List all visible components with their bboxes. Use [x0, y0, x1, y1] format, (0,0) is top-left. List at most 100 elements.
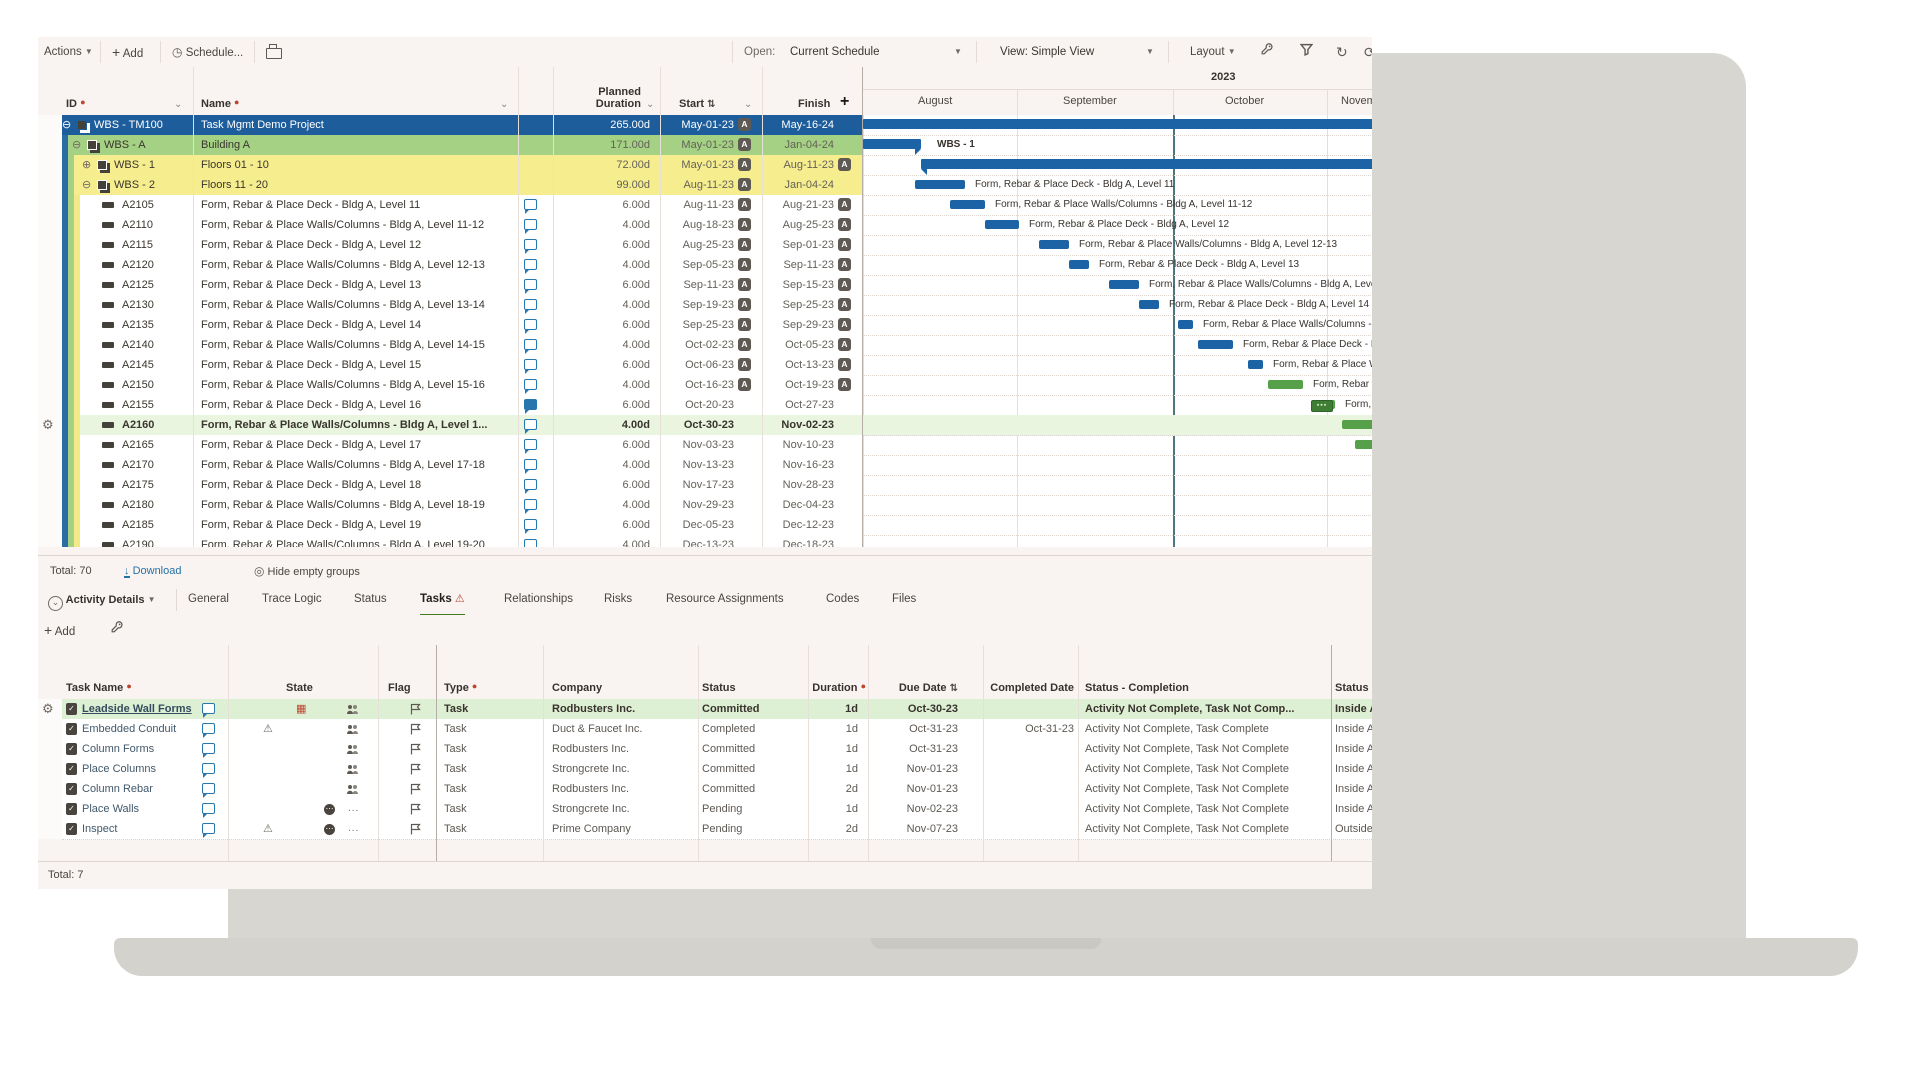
- gantt-chart[interactable]: WBS - 1Form, Rebar & Place Deck - Bldg A…: [862, 115, 1372, 547]
- gantt-row[interactable]: [863, 535, 1372, 547]
- activity-row[interactable]: ⊕WBS - 1Floors 01 - 1072.00dMay-01-23AAu…: [62, 155, 862, 176]
- settings-key-icon[interactable]: [110, 616, 124, 646]
- gantt-row[interactable]: Form, Rebar & Place Walls/Columns - Bldg…: [863, 235, 1372, 256]
- gantt-row[interactable]: Form, Rebar & Place Deck - Bldg A, Level…: [863, 335, 1372, 356]
- activity-row[interactable]: A2155Form, Rebar & Place Deck - Bldg A, …: [62, 395, 862, 416]
- chevron-down-icon[interactable]: ⌄: [174, 99, 182, 110]
- gantt-row[interactable]: [863, 455, 1372, 476]
- column-header-flag[interactable]: Flag: [388, 682, 411, 694]
- column-header-status-completion[interactable]: Status - Completion: [1085, 682, 1189, 694]
- chevron-down-icon[interactable]: ⌄: [744, 99, 752, 110]
- gantt-row[interactable]: Form, Rebar & Place Walls/Columns - Bldg…: [863, 275, 1372, 296]
- tab-relationships[interactable]: Relationships: [504, 585, 573, 614]
- task-name[interactable]: Place Walls: [82, 799, 200, 819]
- hide-empty-groups-button[interactable]: ◎ Hide empty groups: [254, 556, 360, 586]
- activity-row[interactable]: A2110Form, Rebar & Place Walls/Columns -…: [62, 215, 862, 236]
- gantt-row[interactable]: [863, 435, 1372, 456]
- task-row[interactable]: ✓Embedded Conduit⚠TaskDuct & Faucet Inc.…: [62, 719, 1372, 740]
- tab-risks[interactable]: Risks: [604, 585, 632, 614]
- gantt-row[interactable]: [863, 475, 1372, 496]
- gantt-row[interactable]: [863, 155, 1372, 176]
- download-button[interactable]: ↓ Download: [124, 556, 181, 586]
- expand-icon[interactable]: ⊕: [82, 155, 91, 175]
- task-name[interactable]: Column Forms: [82, 739, 200, 759]
- task-bar[interactable]: [1069, 260, 1089, 269]
- gear-icon[interactable]: ⚙: [42, 415, 54, 435]
- activity-row[interactable]: A2135Form, Rebar & Place Deck - Bldg A, …: [62, 315, 862, 336]
- comment-icon[interactable]: [524, 519, 537, 530]
- task-bar[interactable]: [950, 200, 985, 209]
- task-bar[interactable]: [1342, 420, 1372, 429]
- comment-icon[interactable]: [524, 199, 537, 210]
- comment-icon[interactable]: [202, 823, 215, 834]
- comment-icon[interactable]: [524, 459, 537, 470]
- actions-button[interactable]: Actions ▼: [44, 37, 93, 67]
- column-header-planned-duration[interactable]: Planned Duration: [553, 86, 641, 110]
- activity-row[interactable]: A2190Form, Rebar & Place Walls/Columns -…: [62, 535, 862, 547]
- tab-general[interactable]: General: [188, 585, 229, 614]
- collapse-icon[interactable]: ⊖: [62, 115, 71, 135]
- gantt-row[interactable]: Form, Rebar & Place Walls/Columns - Bldg…: [863, 195, 1372, 216]
- flag-icon[interactable]: [410, 819, 421, 839]
- tab-trace-logic[interactable]: Trace Logic: [262, 585, 322, 614]
- activity-row[interactable]: A2165Form, Rebar & Place Deck - Bldg A, …: [62, 435, 862, 456]
- task-row[interactable]: ✓Leadside Wall Forms▦TaskRodbusters Inc.…: [62, 699, 1372, 720]
- activity-row[interactable]: A2180Form, Rebar & Place Walls/Columns -…: [62, 495, 862, 516]
- task-row[interactable]: ✓Inspect⚠⋯...TaskPrime CompanyPending2dN…: [62, 819, 1372, 840]
- task-row[interactable]: ✓Place ColumnsTaskStrongcrete Inc.Commit…: [62, 759, 1372, 780]
- task-bar[interactable]: [1248, 360, 1263, 369]
- comment-icon[interactable]: [202, 783, 215, 794]
- task-name[interactable]: Leadside Wall Forms: [82, 699, 200, 719]
- activity-row[interactable]: ⊖WBS - 2Floors 11 - 2099.00dAug-11-23AJa…: [62, 175, 862, 196]
- task-row[interactable]: ✓Column RebarTaskRodbusters Inc.Committe…: [62, 779, 1372, 800]
- activity-row[interactable]: A2150Form, Rebar & Place Walls/Columns -…: [62, 375, 862, 396]
- comment-icon[interactable]: [524, 259, 537, 270]
- activity-row[interactable]: ⊖WBS - TM100Task Mgmt Demo Project265.00…: [62, 115, 862, 136]
- comment-icon[interactable]: [524, 299, 537, 310]
- activity-row[interactable]: A2175Form, Rebar & Place Deck - Bldg A, …: [62, 475, 862, 496]
- comment-icon[interactable]: [524, 239, 537, 250]
- tab-status[interactable]: Status: [354, 585, 387, 614]
- summary-bar[interactable]: [921, 159, 1372, 169]
- task-bar[interactable]: [1355, 440, 1372, 449]
- comment-icon[interactable]: [524, 279, 537, 290]
- task-name[interactable]: Inspect: [82, 819, 200, 839]
- open-schedule-dropdown[interactable]: Current Schedule: [790, 37, 880, 67]
- activity-row[interactable]: A2125Form, Rebar & Place Deck - Bldg A, …: [62, 275, 862, 296]
- gantt-row[interactable]: Form, Rebar & Place Deck - Bldg A, Level…: [863, 175, 1372, 196]
- tab-tasks[interactable]: Tasks ⚠: [420, 585, 465, 617]
- print-icon[interactable]: [266, 48, 282, 59]
- add-task-button[interactable]: + Add: [44, 615, 75, 645]
- gantt-row[interactable]: Form, Rebar & Place Deck - Bldg A, Level…: [863, 415, 1372, 436]
- chevron-down-icon[interactable]: ▼: [1146, 37, 1154, 67]
- gantt-row[interactable]: Form, Rebar & Place Deck - Bldg A, Level…: [863, 375, 1372, 396]
- gantt-row[interactable]: [863, 115, 1372, 136]
- gantt-row[interactable]: Form, Rebar & Place Deck - Bldg A, Level…: [863, 255, 1372, 276]
- comment-icon[interactable]: [524, 399, 537, 410]
- comment-icon[interactable]: [524, 359, 537, 370]
- gantt-row[interactable]: Form, Rebar & Place Walls/Columns - Bldg…: [863, 315, 1372, 336]
- comment-icon[interactable]: [524, 479, 537, 490]
- task-row[interactable]: ✓Place Walls⋯...TaskStrongcrete Inc.Pend…: [62, 799, 1372, 820]
- activity-row[interactable]: ⊖WBS - ABuilding A171.00dMay-01-23AJan-0…: [62, 135, 862, 156]
- comment-icon[interactable]: [524, 219, 537, 230]
- comment-icon[interactable]: [524, 499, 537, 510]
- filter-icon[interactable]: [1300, 38, 1313, 68]
- chevron-down-icon[interactable]: ⌄: [500, 99, 508, 110]
- column-header-completed-date[interactable]: Completed Date: [990, 682, 1074, 694]
- activity-row[interactable]: A2170Form, Rebar & Place Walls/Columns -…: [62, 455, 862, 476]
- activity-details-selector[interactable]: ⌄ Activity Details ▼: [48, 585, 156, 615]
- comment-icon[interactable]: [202, 803, 215, 814]
- refresh-icon[interactable]: ⟳: [1364, 37, 1372, 67]
- task-bar[interactable]: [1139, 300, 1159, 309]
- gantt-row[interactable]: Form, Rebar & Place Deck - Bldg A, Level…: [863, 295, 1372, 316]
- column-header-state[interactable]: State: [286, 682, 313, 694]
- column-header-type[interactable]: Type ●: [444, 681, 477, 694]
- add-button[interactable]: + Add: [112, 37, 143, 67]
- column-header-name[interactable]: Name ●: [201, 97, 239, 110]
- task-name[interactable]: Column Rebar: [82, 779, 200, 799]
- gantt-row[interactable]: Form, Rebar & Place Deck - Bldg A, Level…: [863, 215, 1372, 236]
- task-name[interactable]: Embedded Conduit: [82, 719, 200, 739]
- summary-bar[interactable]: [863, 139, 921, 149]
- comment-icon[interactable]: [524, 319, 537, 330]
